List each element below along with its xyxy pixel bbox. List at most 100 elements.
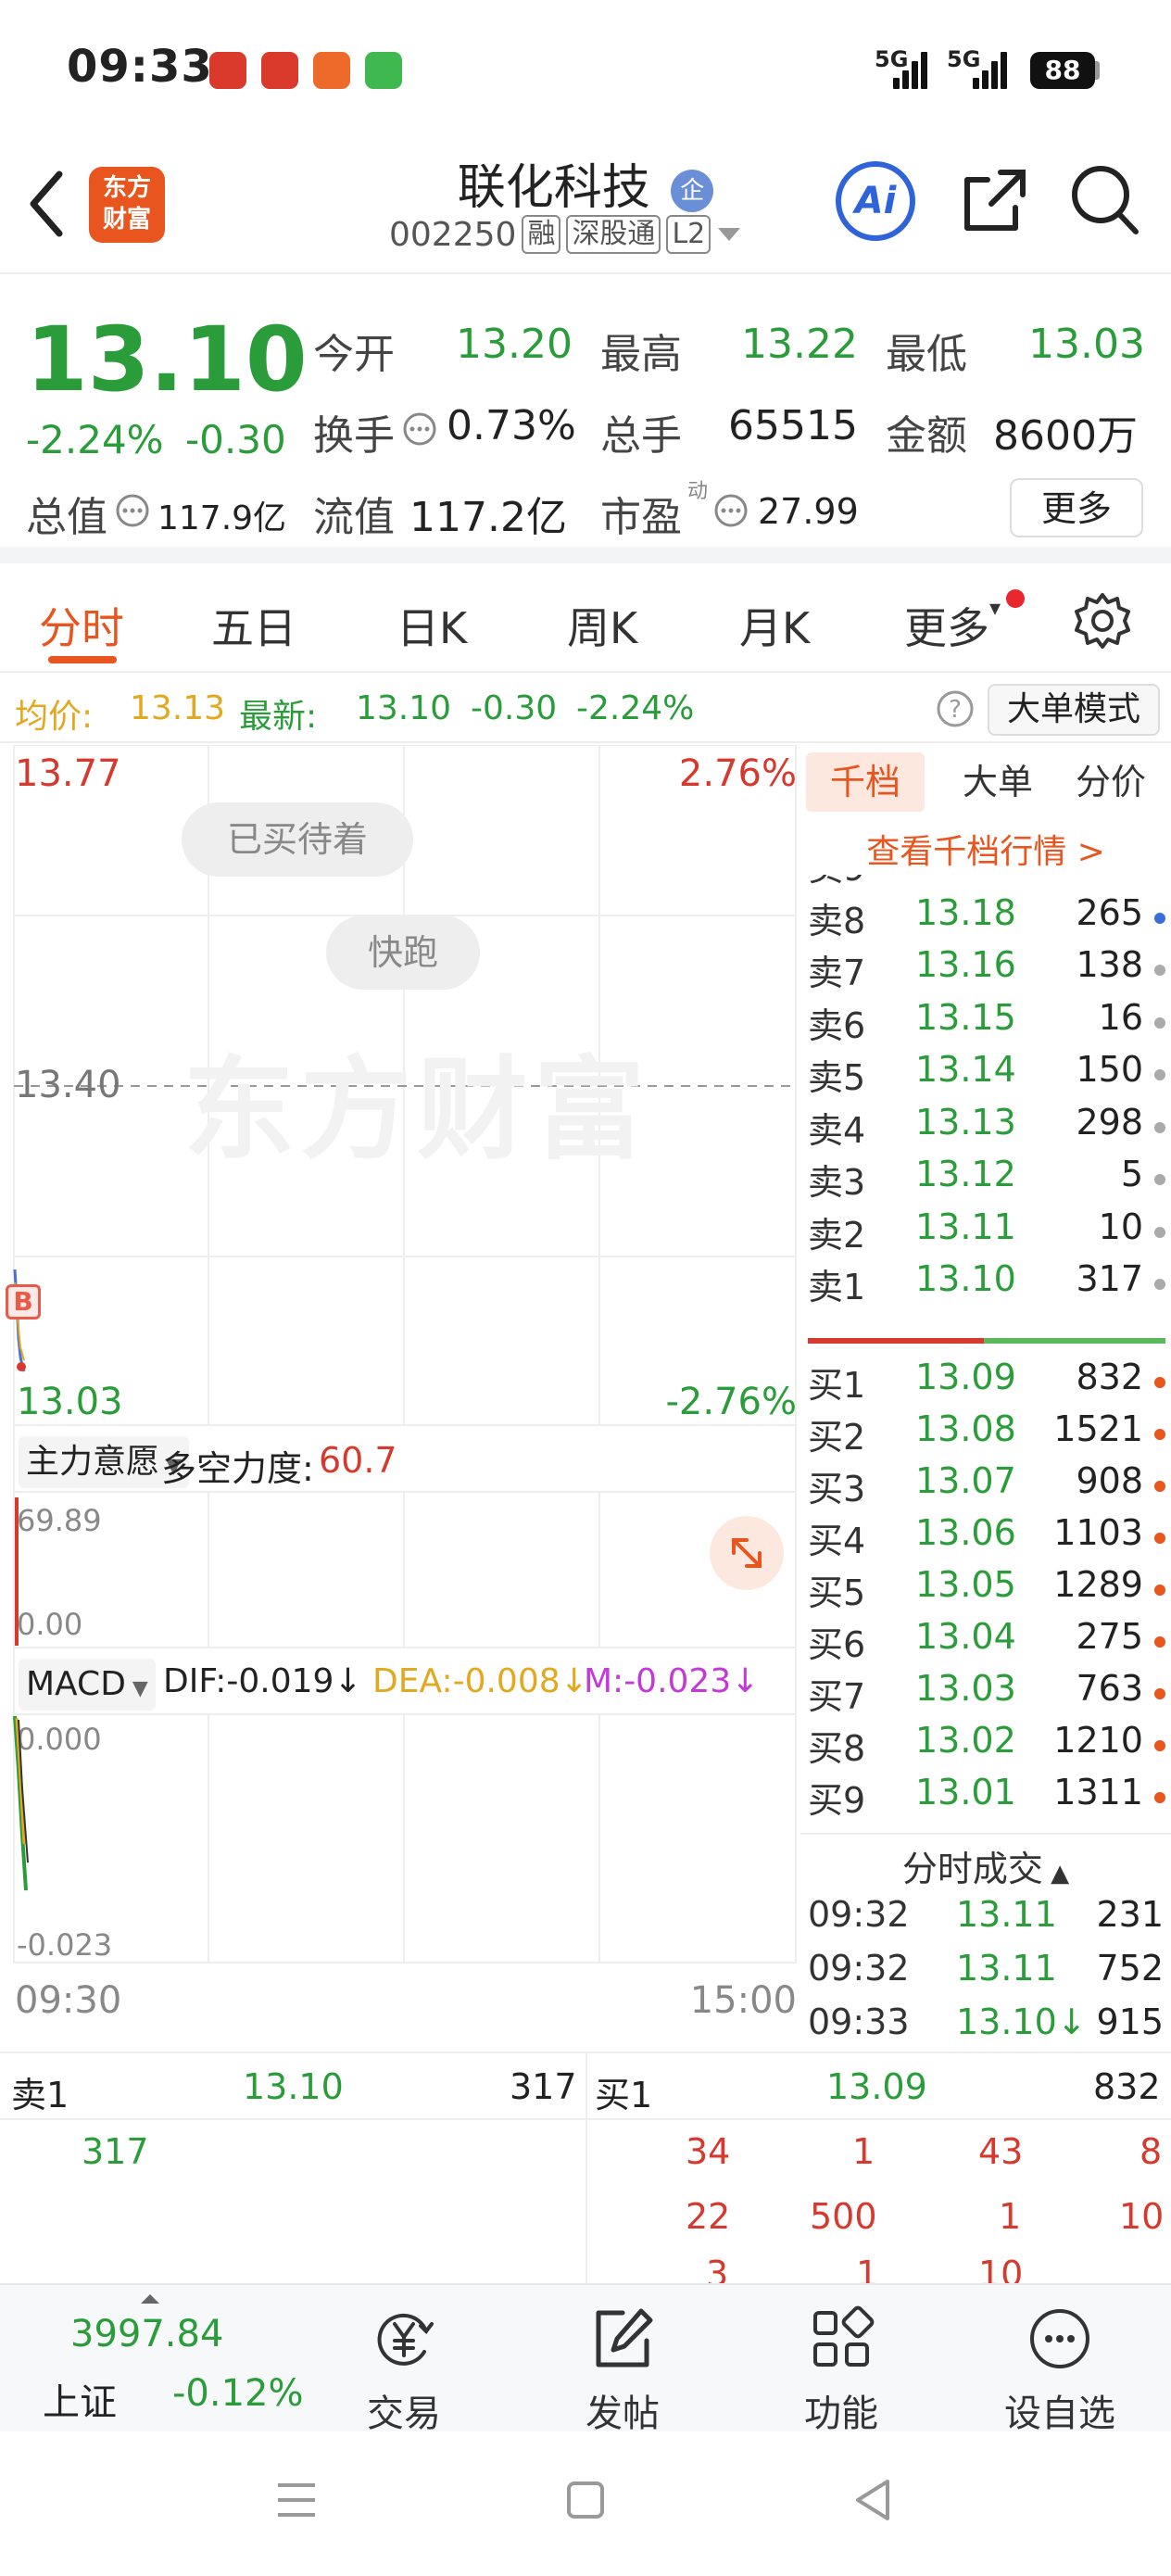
trade-volume: 752	[1096, 1948, 1164, 1989]
bid-row-price: 13.09	[915, 1357, 1016, 1397]
bid-row-volume: 1311	[1053, 1772, 1143, 1812]
help-icon[interactable]: ?	[936, 689, 975, 728]
trade-time: 09:32	[808, 1894, 910, 1935]
ask-row-dot	[1154, 912, 1165, 924]
bid-row[interactable]: 买4 13.06 1103	[804, 1512, 1167, 1564]
expand-icon[interactable]	[710, 1516, 784, 1590]
ask-row[interactable]: 卖6 13.15 16	[804, 997, 1167, 1049]
ask-row[interactable]: 卖1 13.10 317	[804, 1258, 1167, 1310]
stock-code-row[interactable]: 002250 融 深股通 L2	[389, 215, 742, 254]
avg-label: 均价:	[15, 698, 94, 736]
bid-row-label: 买3	[808, 1469, 866, 1509]
book-tab-depth[interactable]: 千档	[806, 752, 925, 812]
ai-assistant-icon[interactable]: Ai	[836, 161, 915, 241]
ask-row-label: 卖5	[808, 1057, 866, 1098]
bought-waiting-bubble[interactable]: 已买待着	[182, 802, 413, 877]
ask-row-dot	[1154, 1174, 1165, 1185]
bid-queue-row-partial: 3 1 10	[593, 2257, 1171, 2283]
ask-row-price: 13.14	[915, 1049, 1016, 1090]
book-tab-price[interactable]: 分价	[1060, 752, 1162, 812]
ask-row[interactable]: 卖3 13.12 5	[804, 1154, 1167, 1206]
trade-time: 09:33	[808, 2001, 910, 2042]
ask-row-dot	[1154, 1017, 1165, 1029]
app-notification-icon	[261, 52, 298, 89]
ask-row-label: 卖2	[808, 1214, 866, 1256]
nav-post[interactable]: 发帖	[539, 2304, 706, 2437]
bid-row[interactable]: 买2 13.08 1521	[804, 1408, 1167, 1460]
tab-daily-k[interactable]: 日K	[397, 595, 467, 656]
nav-functions[interactable]: 功能	[758, 2304, 925, 2437]
edit-post-icon	[596, 2308, 653, 2368]
latest-change-percent: -2.24%	[576, 689, 695, 727]
notification-dot	[1006, 589, 1025, 608]
ask-row[interactable]: 卖7 13.16 138	[804, 944, 1167, 996]
ask-row[interactable]: 卖2 13.11 10	[804, 1206, 1167, 1258]
book-tab-large[interactable]: 大单	[947, 752, 1049, 812]
bid1-price: 13.09	[826, 2066, 927, 2107]
volume-value: 65515	[728, 402, 858, 449]
bid-row[interactable]: 买6 13.04 275	[804, 1616, 1167, 1668]
ask-row[interactable]: 卖4 13.13 298	[804, 1102, 1167, 1154]
share-icon[interactable]	[960, 165, 1030, 235]
bid-list: 买1 13.09 832 买2 13.08 1521 买3 13.07 908 买4 13.06 11…	[800, 1357, 1171, 1829]
watermark: 东方财富	[183, 1046, 650, 1175]
tab-intraday[interactable]: 分时	[39, 595, 124, 656]
bid-row-price: 13.08	[915, 1408, 1016, 1449]
bid-row-volume: 1103	[1053, 1512, 1143, 1553]
ask-row-price: 13.18	[915, 891, 1016, 933]
bid-row[interactable]: 买7 13.03 763	[804, 1668, 1167, 1720]
bid-row[interactable]: 买3 13.07 908	[804, 1460, 1167, 1512]
bid-row-label: 买6	[808, 1624, 866, 1665]
ask-row-label: 卖7	[808, 953, 866, 993]
nav-trade[interactable]: 交易	[321, 2304, 487, 2437]
change-percent: -2.24%	[26, 417, 164, 462]
index-ticker[interactable]: 3997.84 上证 -0.12%	[19, 2285, 304, 2433]
bid-row-volume: 908	[1076, 1460, 1143, 1501]
bid-row-price: 13.02	[915, 1720, 1016, 1761]
nav-add-watchlist[interactable]: 设自选	[976, 2304, 1143, 2437]
back-triangle-icon[interactable]	[852, 2478, 893, 2522]
ask-row-volume: 298	[1076, 1101, 1143, 1143]
menu-icon[interactable]	[274, 2480, 319, 2520]
tab-weekly-k[interactable]: 周K	[567, 595, 637, 656]
tab-five-day[interactable]: 五日	[211, 595, 296, 656]
chart-tabs: 分时 五日 日K 周K 月K 更多▾	[0, 563, 1171, 673]
ask-row[interactable]: 卖5 13.14 150	[804, 1049, 1167, 1101]
ask-row[interactable]: 卖9 13.19 1	[804, 875, 1167, 891]
large-order-mode-button[interactable]: 大单模式	[988, 684, 1160, 736]
info-icon[interactable]	[402, 411, 437, 447]
settings-gear-icon[interactable]	[1073, 591, 1132, 650]
view-depth-link[interactable]: 查看千档行情 >	[800, 825, 1171, 873]
info-icon[interactable]	[713, 493, 749, 528]
trades-header[interactable]: 分时成交 ▲	[800, 1840, 1171, 1891]
info-icon[interactable]	[115, 493, 150, 528]
collapse-triangle-icon: ▲	[1042, 1860, 1070, 1888]
ask-row-price: 13.10	[915, 1258, 1016, 1299]
home-icon[interactable]	[565, 2480, 606, 2520]
bid-queue-item: 1	[999, 2196, 1022, 2237]
bid-queue-item: 1	[856, 2257, 879, 2283]
search-icon[interactable]	[1069, 161, 1143, 239]
tab-monthly-k[interactable]: 月K	[739, 595, 810, 656]
l2-tag: L2	[666, 215, 711, 254]
bid-row[interactable]: 买8 13.02 1210	[804, 1720, 1167, 1772]
index-name: 上证	[43, 2381, 117, 2424]
high-value: 13.22	[741, 321, 858, 368]
bid-row[interactable]: 买1 13.09 832	[804, 1357, 1167, 1408]
bid-row-label: 买4	[808, 1521, 866, 1561]
market-cap-label: 总值	[26, 494, 107, 541]
bid-row[interactable]: 买5 13.05 1289	[804, 1564, 1167, 1616]
ask-row-price: 13.19	[915, 875, 1016, 880]
macd-selector[interactable]: MACD ▼	[19, 1659, 156, 1711]
buy-marker[interactable]: B	[6, 1284, 41, 1320]
bid-row-dot	[1154, 1792, 1165, 1803]
bid-row[interactable]: 买9 13.01 1311	[804, 1772, 1167, 1824]
ask-row-dot	[1154, 1279, 1165, 1290]
intraday-chart[interactable]: 东方财富 13.77 2.76% 13.40 13.03 -2.76% 已买待着…	[6, 745, 797, 2050]
tab-more[interactable]: 更多▾	[904, 595, 1001, 656]
quick-run-bubble[interactable]: 快跑	[326, 915, 480, 990]
ask-row[interactable]: 卖8 13.18 265	[804, 892, 1167, 944]
ask-row-dot	[1154, 1069, 1165, 1080]
bid-row-volume: 1289	[1053, 1564, 1143, 1605]
more-button[interactable]: 更多	[1010, 478, 1143, 537]
